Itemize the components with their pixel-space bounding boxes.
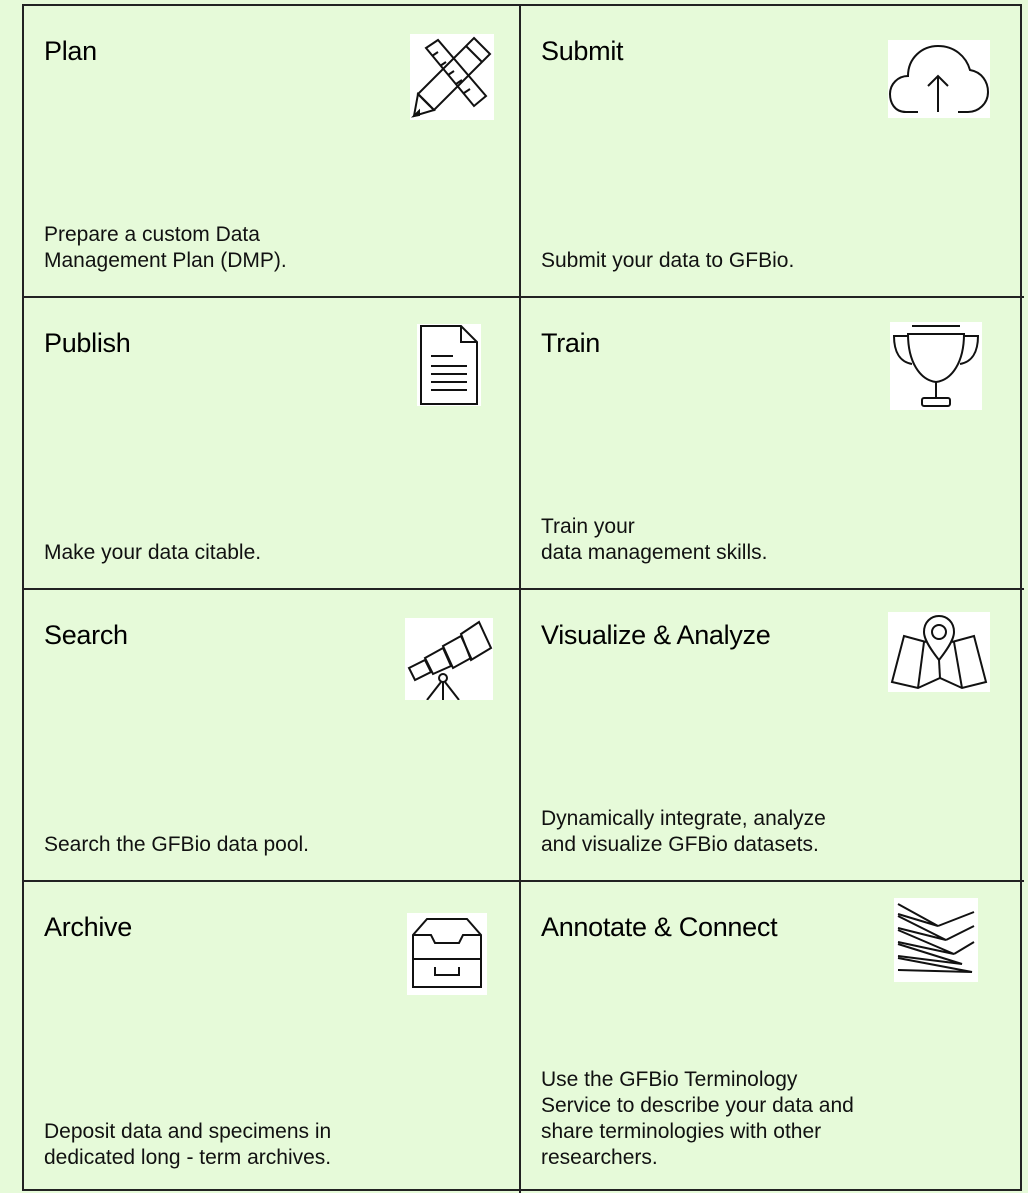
document-icon (417, 324, 481, 406)
layers-icon (894, 898, 978, 982)
tile-title: Search (44, 620, 128, 650)
service-grid: Plan Prepare a custom Data Management Pl… (22, 4, 1024, 1193)
tile-title: Plan (44, 36, 97, 66)
cloud-upload-icon (888, 40, 990, 118)
tile-annotate-connect[interactable]: Annotate & Connect Use the GFBio Termino… (521, 882, 1024, 1193)
tile-title: Annotate & Connect (541, 912, 778, 942)
tile-train[interactable]: Train Train your data management skills. (521, 298, 1024, 590)
tile-title: Publish (44, 328, 131, 358)
tile-title: Archive (44, 912, 132, 942)
pencil-ruler-icon (410, 34, 494, 120)
tile-archive[interactable]: Archive Deposit data and specimens in de… (24, 882, 521, 1193)
archive-drawer-icon (407, 913, 487, 995)
tile-description: Search the GFBio data pool. (44, 833, 309, 856)
tile-title: Visualize & Analyze (541, 620, 771, 650)
map-pin-icon (888, 612, 990, 692)
tile-plan[interactable]: Plan Prepare a custom Data Management Pl… (24, 6, 521, 298)
tile-description: Prepare a custom Data Management Plan (D… (44, 223, 287, 272)
tile-description: Use the GFBio Terminology Service to des… (541, 1068, 854, 1169)
tile-description: Deposit data and specimens in dedicated … (44, 1120, 332, 1169)
tile-description: Dynamically integrate, analyze and visua… (541, 807, 826, 856)
tile-submit[interactable]: Submit Submit your data to GFBio. (521, 6, 1024, 298)
tile-publish[interactable]: Publish Make your data citable. (24, 298, 521, 590)
tile-description: Train your data management skills. (541, 515, 768, 564)
tile-visualize-analyze[interactable]: Visualize & Analyze Dynamically integrat… (521, 590, 1024, 882)
trophy-icon (890, 322, 982, 410)
tile-search[interactable]: Search Search the GFBio data pool. (24, 590, 521, 882)
telescope-icon (405, 618, 493, 700)
tile-title: Train (541, 328, 601, 358)
tile-title: Submit (541, 36, 624, 66)
tile-description: Make your data citable. (44, 541, 262, 564)
tile-description: Submit your data to GFBio. (541, 249, 795, 272)
